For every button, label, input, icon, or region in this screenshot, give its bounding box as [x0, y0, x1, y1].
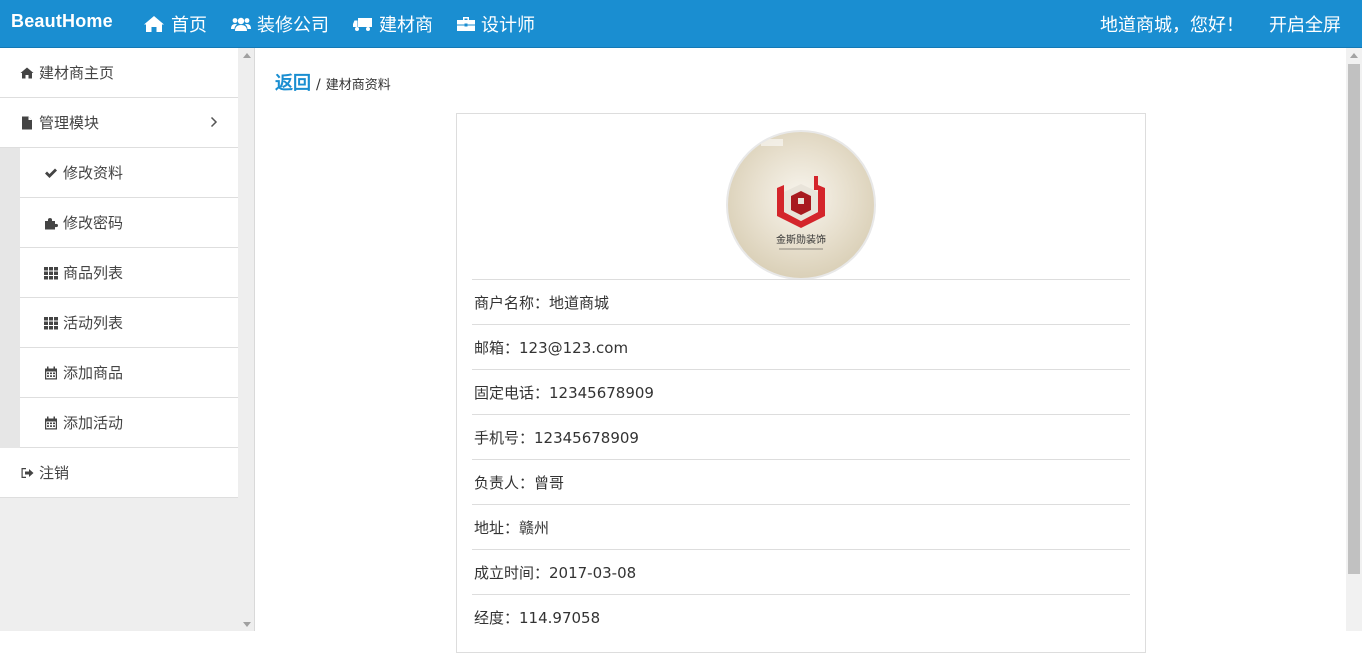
- profile-info-list: 商户名称：地道商城 邮箱：123@123.com 固定电话：1234567890…: [472, 279, 1130, 639]
- main-content: 返回 / 建材商资料 金斯勋装饰 商户名称：地道商城 邮箱：123@123.co…: [256, 48, 1346, 653]
- page-scrollbar[interactable]: [1346, 48, 1362, 631]
- sidebar-item-add-activity-label: 添加活动: [63, 414, 124, 432]
- sidebar-item-logout[interactable]: 注销: [0, 448, 238, 498]
- home-icon: [144, 16, 164, 32]
- sidebar-item-add-activity[interactable]: 添加活动: [20, 398, 238, 448]
- sidebar-item-module-label: 管理模块: [39, 114, 100, 132]
- puzzle-icon: [45, 217, 58, 229]
- calendar-icon: [45, 416, 57, 429]
- sidebar-scrollbar[interactable]: [240, 48, 254, 631]
- nav-designers-label: 设计师: [481, 15, 535, 36]
- sidebar-item-logout-label: 注销: [39, 464, 70, 482]
- company-logo: 金斯勋装饰: [761, 139, 826, 250]
- info-address: 地址：赣州: [472, 504, 1130, 549]
- sidebar-item-add-product[interactable]: 添加商品: [20, 348, 238, 398]
- sidebar-item-edit-profile[interactable]: 修改资料: [20, 148, 238, 198]
- sidebar-item-home-label: 建材商主页: [39, 64, 115, 82]
- sidebar-item-module[interactable]: 管理模块: [0, 98, 238, 148]
- user-greeting: 地道商城，您好！: [1100, 15, 1244, 36]
- info-contact-person: 负责人：曾哥: [472, 459, 1130, 504]
- sidebar-menu: 建材商主页 管理模块 修改资料 修改密码 商品列表 活动列表 添加商品 添加活动…: [0, 48, 238, 498]
- nav-home[interactable]: 首页: [143, 11, 207, 37]
- users-icon: [231, 17, 251, 31]
- top-navbar: BeautHome 首页 装修公司 建材商 设计师 地道商城，您好！ 开启全屏: [0, 0, 1362, 48]
- info-landline: 固定电话：12345678909: [472, 369, 1130, 414]
- profile-card: 金斯勋装饰 商户名称：地道商城 邮箱：123@123.com 固定电话：1234…: [456, 113, 1146, 653]
- scroll-down-arrow-icon[interactable]: [243, 622, 251, 627]
- nav-home-label: 首页: [171, 15, 207, 36]
- sidebar-item-activity-list[interactable]: 活动列表: [20, 298, 238, 348]
- sidebar-item-home[interactable]: 建材商主页: [0, 48, 238, 98]
- avatar: 金斯勋装饰: [726, 130, 876, 280]
- info-email: 邮箱：123@123.com: [472, 324, 1130, 369]
- main-nav: 首页 装修公司 建材商 设计师: [143, 0, 559, 48]
- file-icon: [22, 116, 32, 129]
- sign-out-icon: [21, 467, 34, 478]
- truck-icon: [353, 18, 372, 31]
- breadcrumb-separator: /: [316, 77, 321, 93]
- brand-logo[interactable]: BeautHome: [11, 11, 113, 32]
- sidebar-item-add-product-label: 添加商品: [63, 364, 124, 382]
- info-mobile: 手机号：12345678909: [472, 414, 1130, 459]
- sidebar-submenu: 修改资料 修改密码 商品列表 活动列表 添加商品 添加活动: [0, 148, 238, 448]
- nav-suppliers[interactable]: 建材商: [353, 11, 433, 37]
- check-icon: [45, 168, 57, 178]
- grid-icon: [44, 316, 58, 329]
- calendar-icon: [45, 366, 57, 379]
- logo-text: 金斯勋装饰: [776, 233, 826, 246]
- briefcase-icon: [457, 17, 475, 31]
- sidebar-item-edit-profile-label: 修改资料: [63, 164, 124, 182]
- sidebar-item-activity-list-label: 活动列表: [63, 314, 124, 332]
- nav-suppliers-label: 建材商: [379, 15, 433, 36]
- sidebar-item-product-list[interactable]: 商品列表: [20, 248, 238, 298]
- fullscreen-button[interactable]: 开启全屏: [1269, 11, 1341, 37]
- info-merchant-name: 商户名称：地道商城: [472, 279, 1130, 324]
- scroll-up-arrow-icon[interactable]: [1350, 53, 1358, 58]
- sidebar: 建材商主页 管理模块 修改资料 修改密码 商品列表 活动列表 添加商品 添加活动…: [0, 48, 255, 631]
- nav-companies-label: 装修公司: [257, 15, 329, 36]
- chevron-right-icon: [210, 116, 218, 128]
- scrollbar-thumb[interactable]: [1348, 64, 1360, 574]
- grid-icon: [44, 266, 58, 279]
- nav-designers[interactable]: 设计师: [457, 11, 535, 37]
- breadcrumb-current: 建材商资料: [325, 78, 391, 93]
- sidebar-item-change-password[interactable]: 修改密码: [20, 198, 238, 248]
- breadcrumb: 返回 / 建材商资料: [275, 69, 391, 95]
- info-longitude: 经度：114.97058: [472, 594, 1130, 639]
- sidebar-item-change-password-label: 修改密码: [63, 214, 124, 232]
- nav-companies[interactable]: 装修公司: [231, 11, 329, 37]
- sidebar-item-product-list-label: 商品列表: [63, 264, 124, 282]
- home-icon: [20, 67, 34, 78]
- scroll-up-arrow-icon[interactable]: [243, 53, 251, 58]
- back-link[interactable]: 返回: [275, 69, 311, 95]
- info-founded-date: 成立时间：2017-03-08: [472, 549, 1130, 594]
